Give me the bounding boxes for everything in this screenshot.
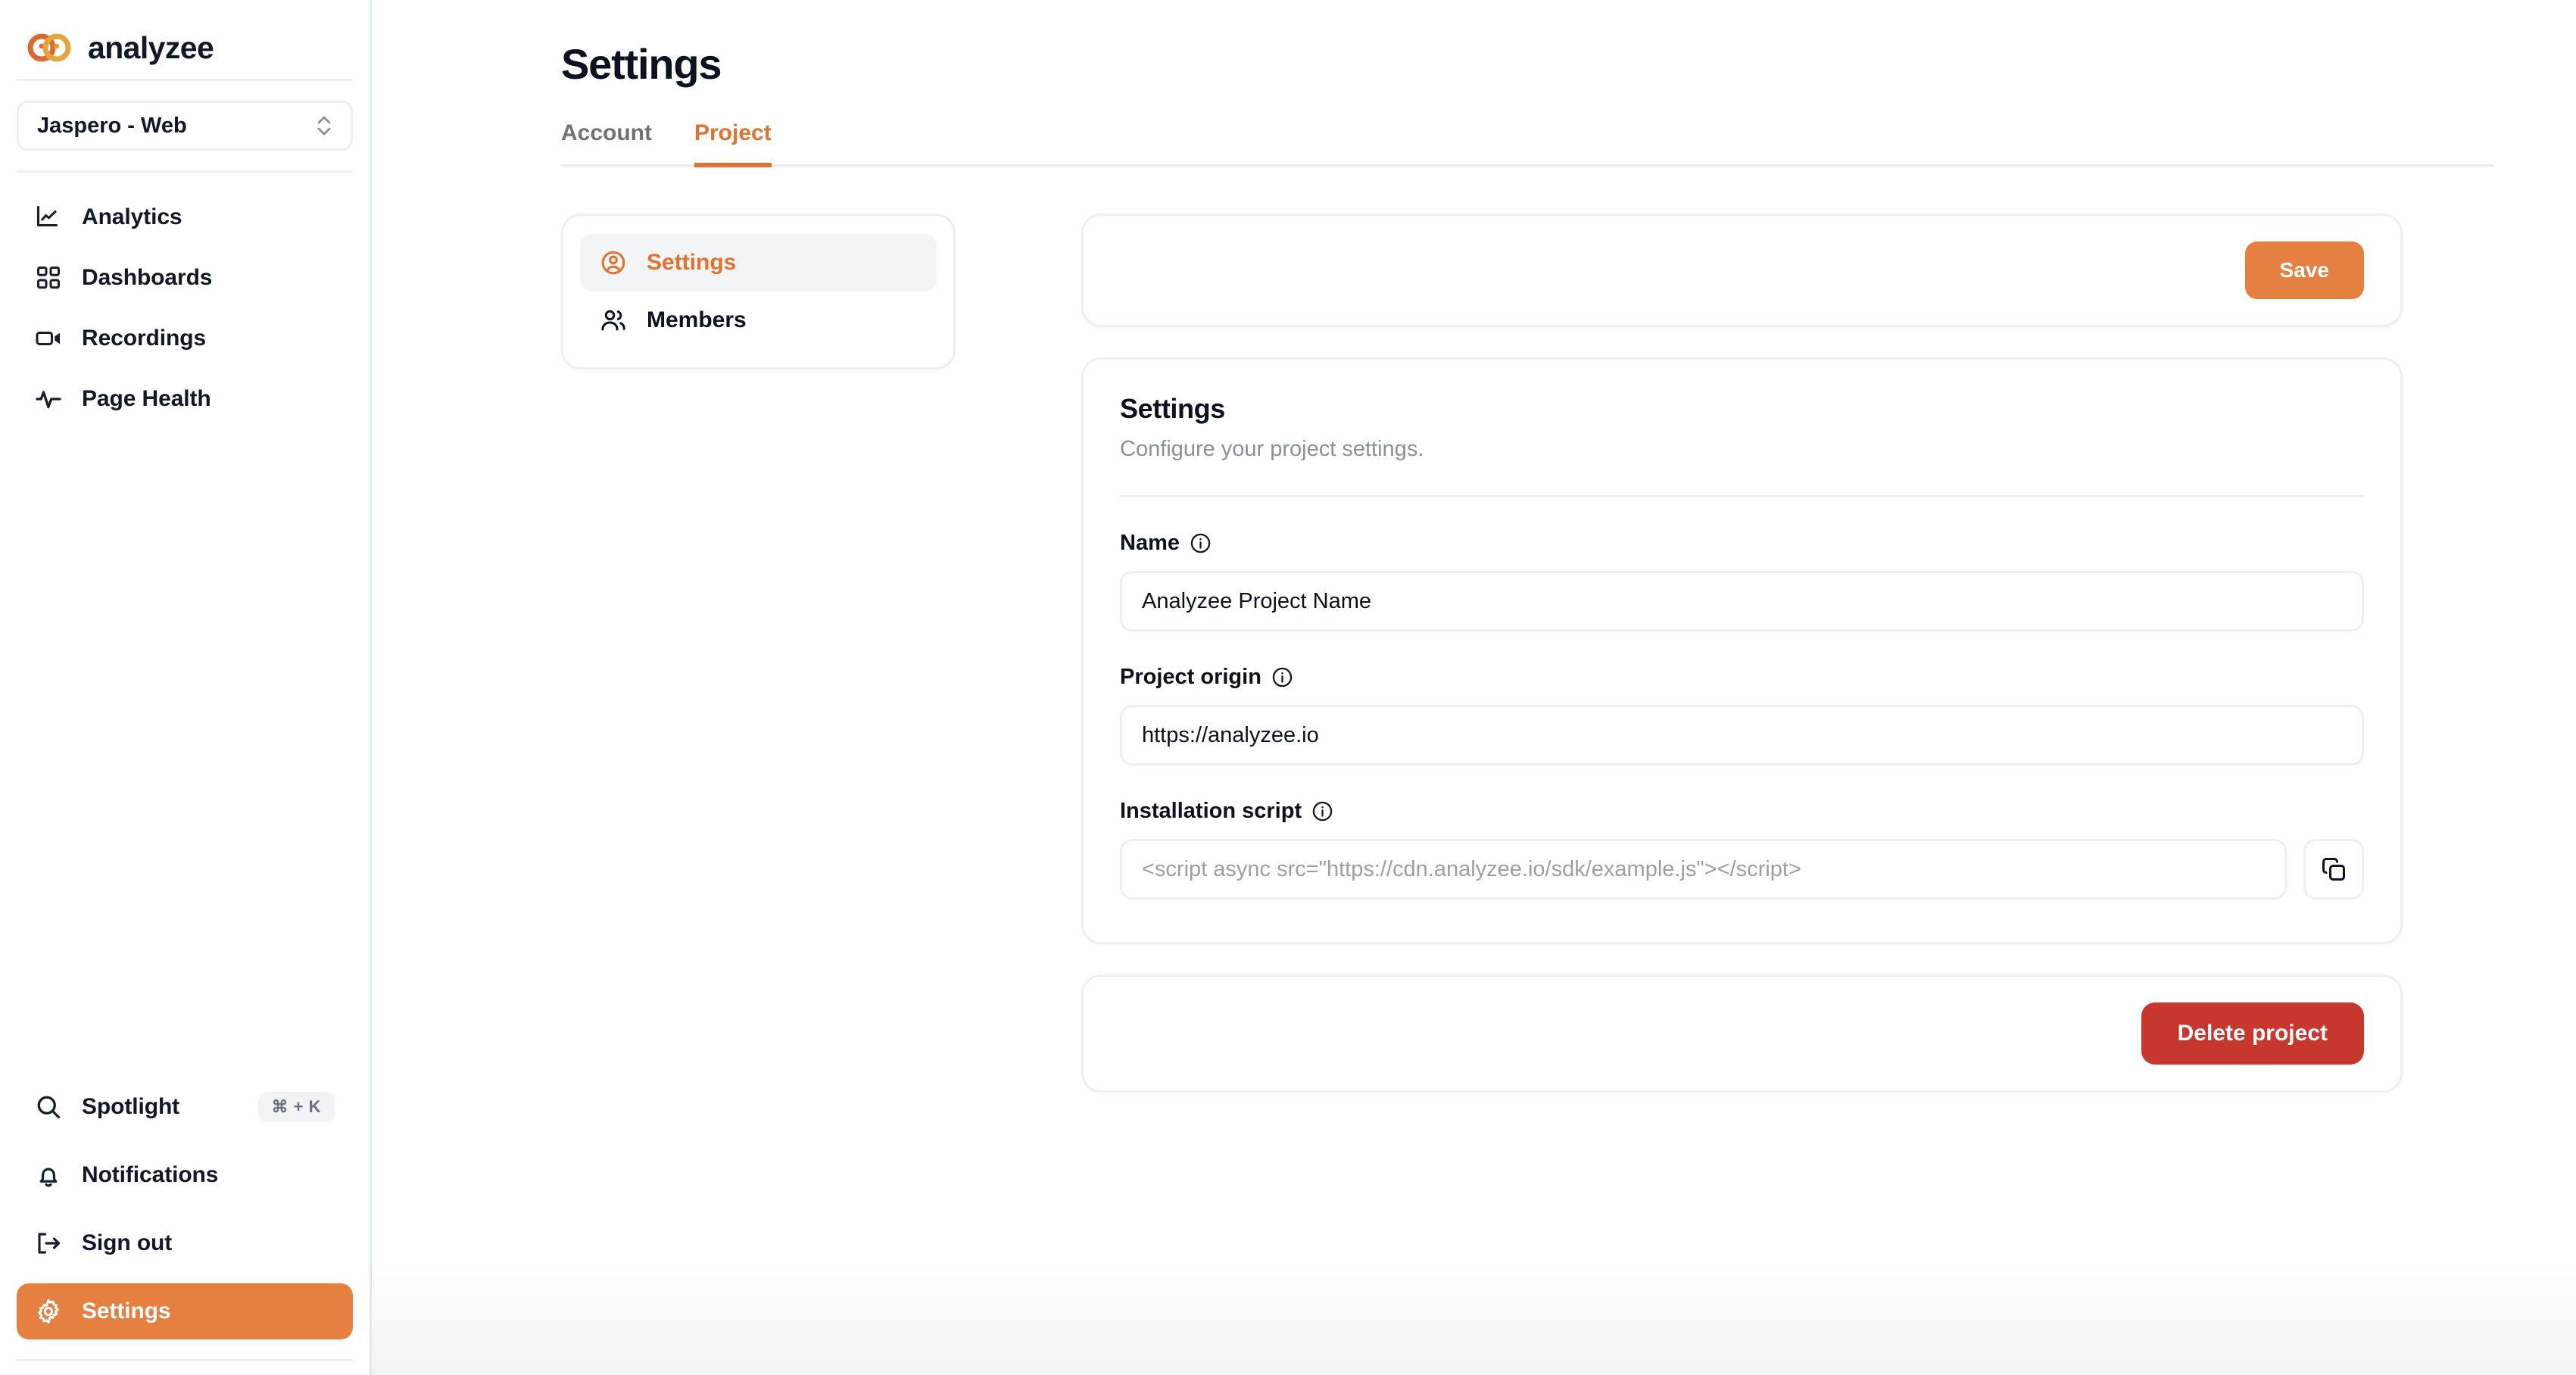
project-selector-value: Jaspero - Web: [37, 113, 187, 138]
subnav-item-label: Members: [647, 307, 747, 332]
installation-script-input[interactable]: [1120, 839, 2287, 900]
info-circle-icon[interactable]: [1271, 666, 1293, 688]
subnav-item-label: Settings: [647, 250, 737, 275]
sidebar-item-label: Sign out: [82, 1230, 173, 1255]
settings-tabs: Account Project: [561, 120, 2494, 167]
field-project-origin: Project origin: [1120, 665, 2364, 765]
sidebar-item-sign-out[interactable]: Sign out: [17, 1215, 353, 1271]
sidebar-footer-spacer: [0, 1361, 370, 1375]
sidebar-item-label: Analytics: [82, 204, 182, 229]
subnav-item-members[interactable]: Members: [580, 292, 937, 349]
danger-zone-card: Delete project: [1081, 974, 2403, 1093]
info-circle-icon[interactable]: [1311, 800, 1333, 822]
info-circle-icon[interactable]: [1190, 532, 1212, 554]
bottom-fade-overlay: [372, 1261, 2576, 1375]
field-name: Name: [1120, 531, 2364, 631]
sidebar-item-page-health[interactable]: Page Health: [17, 371, 353, 427]
project-name-input[interactable]: [1120, 571, 2364, 631]
field-label: Name: [1120, 531, 1180, 555]
logout-icon: [35, 1230, 62, 1257]
page-title: Settings: [561, 40, 722, 88]
field-installation-script: Installation script: [1120, 799, 2364, 900]
bell-icon: [35, 1161, 62, 1189]
sidebar-item-label: Page Health: [82, 386, 211, 411]
card-title: Settings: [1120, 393, 1225, 424]
sidebar-item-spotlight[interactable]: Spotlight ⌘ + K: [17, 1079, 353, 1135]
gear-icon: [35, 1298, 62, 1325]
card-divider: [1120, 495, 2364, 497]
settings-content-row: Settings Members Save Settings Configure…: [561, 214, 2494, 1093]
user-circle-icon: [600, 249, 627, 276]
layout-grid-icon: [35, 264, 62, 292]
field-label: Installation script: [1120, 799, 1302, 823]
sidebar-item-settings[interactable]: Settings: [17, 1283, 353, 1339]
sidebar: analyzee Jaspero - Web Analytics Dashboa…: [0, 0, 372, 1375]
field-label: Project origin: [1120, 665, 1261, 689]
sidebar-nav-bottom: Spotlight ⌘ + K Notifications Sign out S…: [0, 1079, 370, 1339]
copy-icon: [2320, 856, 2347, 883]
main-inner: Settings Account Project Settings Member…: [372, 0, 2576, 1093]
project-selector[interactable]: Jaspero - Web: [17, 101, 353, 151]
sidebar-item-notifications[interactable]: Notifications: [17, 1147, 353, 1203]
settings-panel-column: Save Settings Configure your project set…: [1081, 214, 2403, 1093]
activity-pulse-icon: [35, 385, 62, 413]
tab-project[interactable]: Project: [694, 120, 772, 167]
sidebar-item-label: Spotlight: [82, 1094, 180, 1119]
copy-script-button[interactable]: [2303, 839, 2364, 900]
installation-script-group: [1120, 839, 2364, 900]
sidebar-item-dashboards[interactable]: Dashboards: [17, 250, 353, 306]
spotlight-shortcut-badge: ⌘ + K: [257, 1092, 335, 1122]
sidebar-item-recordings[interactable]: Recordings: [17, 310, 353, 366]
project-selector-wrap: Jaspero - Web: [0, 81, 370, 151]
infinity-rings-logo-icon: [27, 33, 71, 63]
field-label-row: Project origin: [1120, 665, 2364, 690]
save-bar-card: Save: [1081, 214, 2403, 327]
sidebar-item-analytics[interactable]: Analytics: [17, 189, 353, 245]
card-subtitle: Configure your project settings.: [1120, 437, 1424, 461]
sidebar-item-label: Notifications: [82, 1162, 219, 1187]
project-subnav-card: Settings Members: [561, 214, 956, 369]
subnav-item-settings[interactable]: Settings: [580, 234, 937, 292]
chevron-up-down-icon: [316, 113, 332, 139]
delete-project-button[interactable]: Delete project: [2141, 1002, 2364, 1065]
search-icon: [35, 1093, 62, 1121]
sidebar-item-label: Recordings: [82, 326, 207, 351]
brand: analyzee: [0, 0, 370, 79]
brand-name: analyzee: [88, 30, 214, 65]
users-icon: [600, 307, 627, 334]
save-button[interactable]: Save: [2244, 242, 2364, 299]
field-label-row: Installation script: [1120, 799, 2364, 824]
project-settings-card: Settings Configure your project settings…: [1081, 357, 2403, 944]
sidebar-item-label: Settings: [82, 1299, 171, 1324]
sidebar-nav-main: Analytics Dashboards Recordings Page Hea…: [0, 173, 370, 427]
main-content: Settings Account Project Settings Member…: [372, 0, 2576, 1375]
field-label-row: Name: [1120, 531, 2364, 556]
sidebar-item-label: Dashboards: [82, 265, 213, 290]
app-root: analyzee Jaspero - Web Analytics Dashboa…: [0, 0, 2576, 1375]
video-camera-icon: [35, 325, 62, 352]
line-chart-icon: [35, 204, 62, 231]
tab-account[interactable]: Account: [561, 120, 652, 167]
project-origin-input[interactable]: [1120, 705, 2364, 765]
